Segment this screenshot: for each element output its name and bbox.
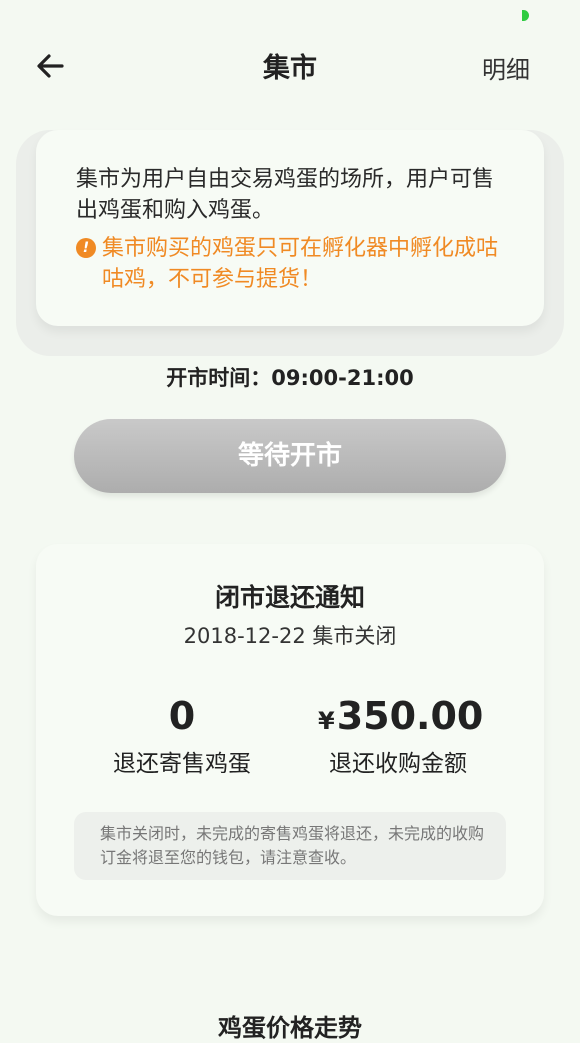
- returned-amount-value: 350.00: [336, 694, 484, 738]
- tip-text: 集市关闭时，未完成的寄售鸡蛋将退还，未完成的收购订金将退至您的钱包，请注意查收。: [100, 824, 485, 867]
- open-time: 开市时间：09:00-21:00: [166, 366, 414, 390]
- returned-amount: ¥350.00: [318, 694, 484, 738]
- returned-eggs-label: 退还寄售鸡蛋: [113, 751, 251, 777]
- currency-symbol: ¥: [318, 707, 335, 735]
- exclamation-circle-icon: !: [76, 238, 96, 258]
- top-bar: 集市 明细: [0, 34, 580, 98]
- wait-open-button[interactable]: 等待开市: [74, 419, 506, 493]
- notice-date: 2018-12-22 集市关闭: [183, 624, 397, 648]
- returned-amount-label: 退还收购金额: [329, 751, 467, 777]
- status-indicator: [522, 10, 529, 21]
- intro-card: [36, 130, 544, 326]
- intro-text: 集市为用户自由交易鸡蛋的场所，用户可售出鸡蛋和购入鸡蛋。: [76, 167, 495, 223]
- warning-text: 集市购买的鸡蛋只可在孵化器中孵化成咕咕鸡，不可参与提货！: [102, 236, 499, 292]
- returned-eggs-count: 0: [168, 694, 196, 738]
- detail-link[interactable]: 明细: [482, 50, 530, 85]
- notice-title: 闭市退还通知: [214, 583, 365, 612]
- price-trend-title: 鸡蛋价格走势: [218, 1014, 362, 1042]
